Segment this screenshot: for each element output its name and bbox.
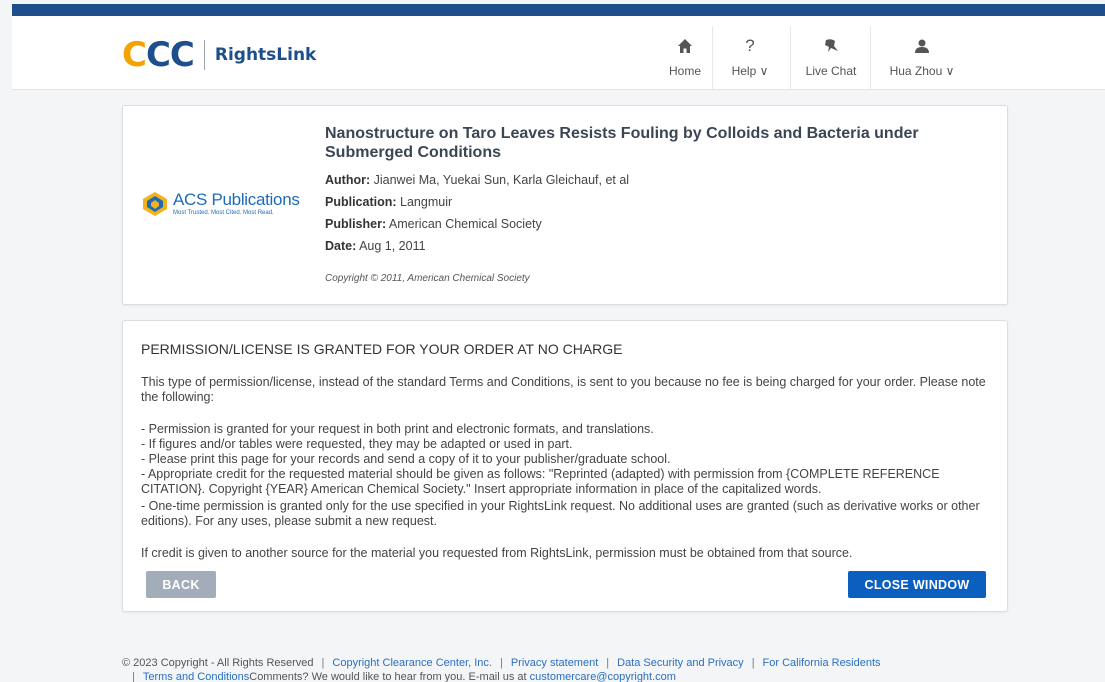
close-window-button[interactable]: CLOSE WINDOW xyxy=(848,571,986,598)
credit-note: If credit is given to another source for… xyxy=(141,546,853,560)
permission-item: - Permission is granted for your request… xyxy=(141,422,654,436)
article-author: Author: Jianwei Ma, Yuekai Sun, Karla Gl… xyxy=(325,173,630,187)
ccc-logo-text: CCC xyxy=(122,35,195,75)
article-title: Nanostructure on Taro Leaves Resists Fou… xyxy=(325,125,919,161)
home-icon xyxy=(677,34,693,58)
nav-divider xyxy=(790,26,791,90)
top-accent-bar xyxy=(12,4,1105,16)
footer-comments: Comments? We would like to hear from you… xyxy=(249,671,527,682)
permission-item: - One-time permission is granted only fo… xyxy=(141,499,980,528)
nav-live-chat-label: Live Chat xyxy=(805,64,857,78)
rightslink-wordmark: RightsLink xyxy=(214,45,317,65)
back-button[interactable]: BACK xyxy=(146,571,216,598)
chat-icon xyxy=(823,34,839,58)
nav-home-label: Home xyxy=(668,64,701,78)
nav-home[interactable]: Home xyxy=(662,34,708,90)
article-publication: Publication: Langmuir xyxy=(325,195,453,209)
permission-item: - If figures and/or tables were requeste… xyxy=(141,437,573,451)
article-card: ACS Publications Most Trusted. Most Cite… xyxy=(122,105,1008,305)
rightslink-logo[interactable]: CCC RightsLink xyxy=(122,38,316,72)
footer-email-link[interactable]: customercare@copyright.com xyxy=(530,671,676,682)
logo-divider xyxy=(203,40,205,70)
site-footer: © 2023 Copyright - All Rights Reserved | C… xyxy=(122,656,881,682)
site-header: CCC RightsLink Home ? Help ∨ Live Chat H… xyxy=(12,16,1105,90)
article-copyright: Copyright © 2011, American Chemical Soci… xyxy=(325,273,530,284)
nav-user-label: Hua Zhou ∨ xyxy=(889,64,955,78)
footer-line-1: © 2023 Copyright - All Rights Reserved | C… xyxy=(122,657,881,669)
footer-copyright: © 2023 Copyright - All Rights Reserved xyxy=(122,657,314,669)
acs-logo-name: ACS Publications xyxy=(173,190,300,209)
permission-intro: This type of permission/license, instead… xyxy=(141,375,986,404)
permission-heading: PERMISSION/LICENSE IS GRANTED FOR YOUR O… xyxy=(141,341,623,357)
nav-help[interactable]: ? Help ∨ xyxy=(724,34,776,90)
article-date: Date: Aug 1, 2011 xyxy=(325,239,426,253)
nav-help-label: Help ∨ xyxy=(731,64,769,78)
acs-hexagon-icon xyxy=(143,192,167,216)
nav-live-chat[interactable]: Live Chat xyxy=(802,34,860,90)
question-icon: ? xyxy=(745,36,755,55)
article-publisher: Publisher: American Chemical Society xyxy=(325,217,542,231)
permission-item: - Appropriate credit for the requested m… xyxy=(141,467,940,496)
footer-link-california[interactable]: For California Residents xyxy=(763,657,881,669)
nav-divider xyxy=(870,26,871,90)
user-icon xyxy=(914,34,930,58)
footer-link-data-security[interactable]: Data Security and Privacy xyxy=(617,657,744,669)
footer-link-privacy[interactable]: Privacy statement xyxy=(511,657,598,669)
acs-logo-tagline: Most Trusted. Most Cited. Most Read. xyxy=(173,210,274,216)
nav-user-menu[interactable]: Hua Zhou ∨ xyxy=(882,34,962,90)
permission-card: PERMISSION/LICENSE IS GRANTED FOR YOUR O… xyxy=(122,320,1008,612)
nav-divider xyxy=(712,26,713,90)
footer-line-2: | Terms and ConditionsComments? We would … xyxy=(132,671,676,682)
footer-link-terms[interactable]: Terms and Conditions xyxy=(143,671,249,682)
acs-publications-logo: ACS Publications Most Trusted. Most Cite… xyxy=(141,190,300,218)
permission-item: - Please print this page for your record… xyxy=(141,452,671,466)
footer-link-ccc[interactable]: Copyright Clearance Center, Inc. xyxy=(332,657,492,669)
